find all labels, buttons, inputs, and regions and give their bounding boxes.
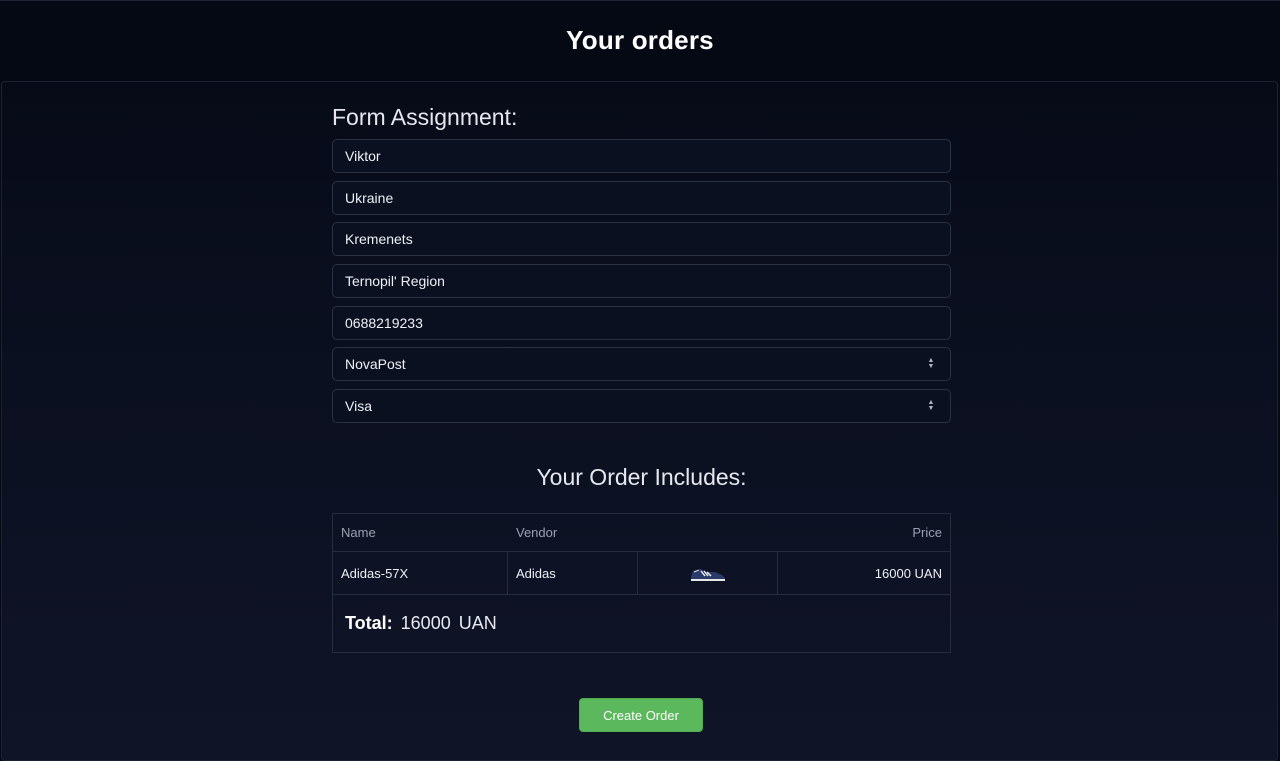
region-field[interactable]: Ternopil' Region <box>332 264 951 298</box>
country-value: Ukraine <box>345 190 394 206</box>
table-header: Name Vendor Price <box>333 514 950 552</box>
item-vendor: Adidas <box>508 552 638 594</box>
table-row: Adidas-57X Adidas 16000 UAN <box>333 552 950 595</box>
name-value: Viktor <box>345 148 381 164</box>
item-price: 16000 UAN <box>874 565 942 581</box>
order-panel: Form Assignment: Viktor Ukraine Kremenet… <box>1 81 1278 761</box>
item-name: Adidas-57X <box>333 552 508 594</box>
item-image <box>638 552 778 594</box>
select-arrows-icon: ▲ ▼ <box>927 399 935 412</box>
payment-select[interactable]: Visa ▲ ▼ <box>332 389 951 423</box>
column-price: Price <box>912 525 942 540</box>
city-value: Kremenets <box>345 231 413 247</box>
total-value: 16000 <box>400 613 451 633</box>
phone-field[interactable]: 0688219233 <box>332 306 951 340</box>
name-field[interactable]: Viktor <box>332 139 951 173</box>
select-arrows-icon: ▲ ▼ <box>927 357 935 370</box>
page-title: Your orders <box>566 24 714 55</box>
total-label: Total: <box>345 613 393 633</box>
payment-value: Visa <box>345 398 372 414</box>
total-row: Total: 16000 UAN <box>333 595 950 652</box>
city-field[interactable]: Kremenets <box>332 222 951 256</box>
form-title: Form Assignment: <box>332 104 518 130</box>
phone-value: 0688219233 <box>345 315 423 331</box>
column-vendor: Vendor <box>516 525 558 540</box>
order-title: Your Order Includes: <box>536 464 747 490</box>
delivery-select[interactable]: NovaPost ▲ ▼ <box>332 347 951 381</box>
delivery-value: NovaPost <box>345 356 406 372</box>
page-header: Your orders <box>0 0 1280 81</box>
order-table: Name Vendor Price Adidas-57X Adidas 1600… <box>332 513 951 653</box>
total-currency: UAN <box>458 613 497 633</box>
sneaker-icon <box>690 569 725 581</box>
country-field[interactable]: Ukraine <box>332 181 951 215</box>
column-name: Name <box>341 525 376 540</box>
region-value: Ternopil' Region <box>345 273 445 289</box>
create-order-button[interactable]: Create Order <box>579 698 703 732</box>
